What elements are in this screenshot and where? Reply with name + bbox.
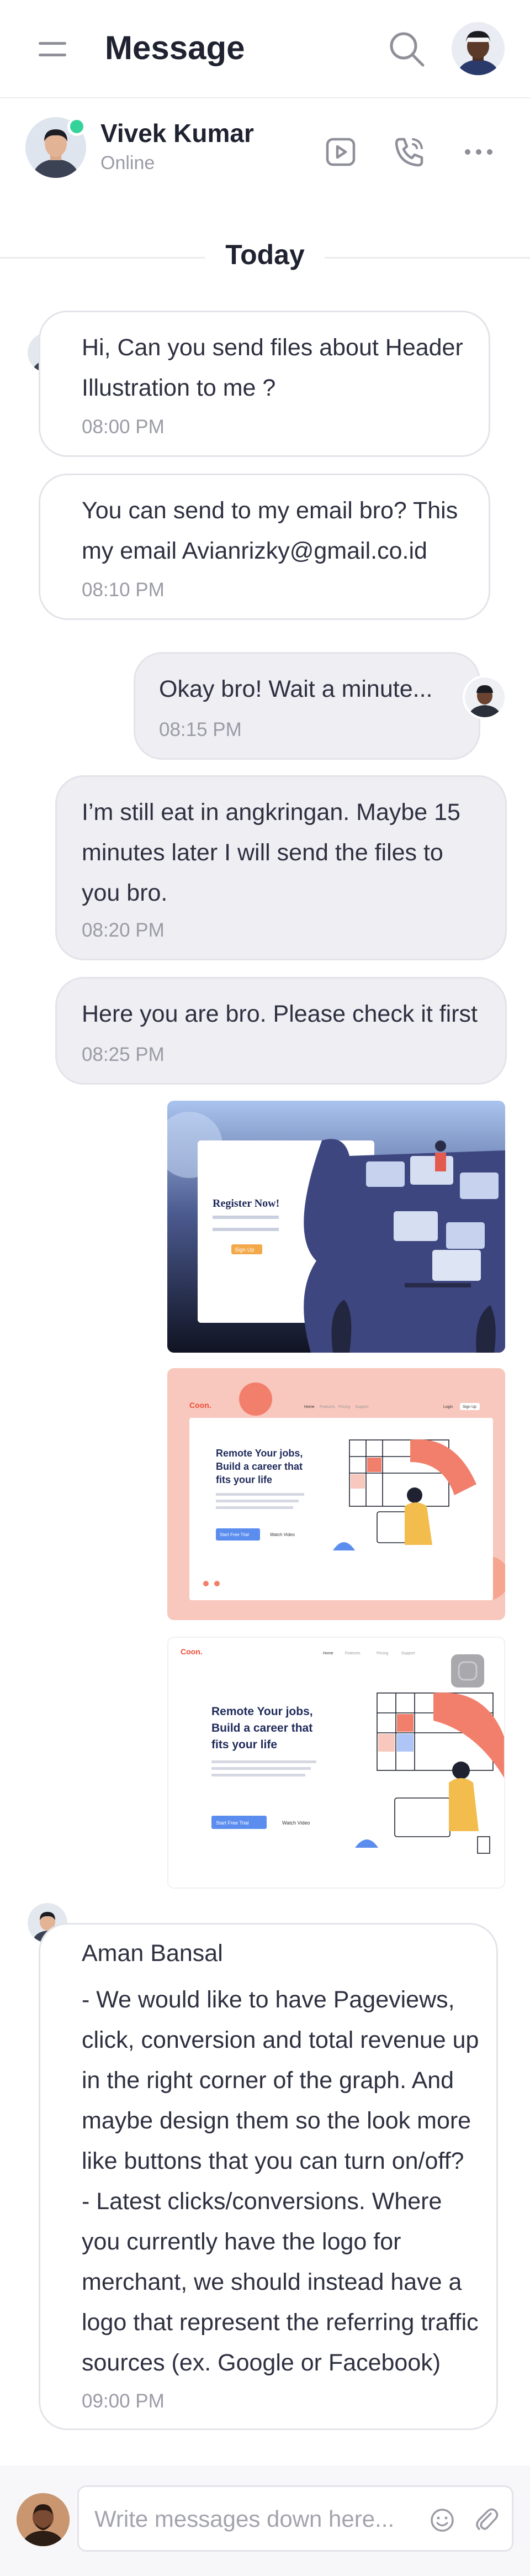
message-bubble: Here you are bro. Please check it first …	[55, 977, 507, 1085]
message-bubble: Okay bro! Wait a minute... 08:15 PM	[134, 652, 480, 760]
date-divider: Today	[0, 239, 530, 271]
paperclip-icon[interactable]	[470, 2504, 503, 2537]
svg-text:Start Free Trial: Start Free Trial	[216, 1820, 249, 1826]
svg-text:Start Free Trial: Start Free Trial	[220, 1532, 249, 1537]
message-time: 08:15 PM	[159, 719, 242, 740]
svg-text:Watch Video: Watch Video	[282, 1820, 310, 1826]
message-composer	[0, 2465, 530, 2576]
svg-text:Register Now!: Register Now!	[213, 1197, 279, 1210]
image-attachment[interactable]: Coon. Home Features Pricing Support Remo…	[167, 1637, 505, 1889]
message-text: Hi, Can you send files about Header Illus…	[82, 334, 463, 401]
svg-text:Watch Video: Watch Video	[270, 1532, 295, 1537]
composer-avatar	[17, 2493, 70, 2546]
message-bubble: I’m still eat in angkringan. Maybe 15 min…	[55, 775, 507, 960]
svg-text:Support: Support	[401, 1652, 415, 1655]
svg-text:Support: Support	[355, 1405, 369, 1409]
my-avatar	[463, 675, 507, 719]
image-attachment[interactable]: Coon. Home Features Pricing Support Logi…	[167, 1368, 505, 1620]
message-time: 08:10 PM	[82, 579, 165, 601]
message-time: 09:00 PM	[82, 2390, 165, 2412]
svg-text:Features: Features	[345, 1652, 361, 1655]
phone-call-icon[interactable]	[389, 132, 430, 172]
svg-text:Build a career that: Build a career that	[216, 1461, 303, 1472]
message-input[interactable]	[94, 2501, 420, 2537]
emoji-icon[interactable]	[426, 2504, 459, 2537]
message-time: 08:20 PM	[82, 919, 165, 941]
svg-text:Coon.: Coon.	[181, 1647, 203, 1656]
svg-text:Sign Up: Sign Up	[235, 1247, 255, 1253]
svg-text:Remote Your jobs,: Remote Your jobs,	[216, 1448, 303, 1459]
message-bubble: Hi, Can you send files about Header Illus…	[39, 311, 490, 457]
app-bar: Message	[0, 0, 530, 98]
search-icon[interactable]	[386, 29, 427, 70]
svg-text:Pricing: Pricing	[338, 1405, 351, 1409]
more-horizontal-icon[interactable]	[458, 132, 499, 172]
chat-header: Vivek Kumar Online	[0, 99, 530, 199]
contact-name: Vivek Kumar	[100, 119, 254, 148]
message-time: 08:25 PM	[82, 1044, 165, 1065]
online-status-dot	[67, 117, 86, 136]
message-time: 08:00 PM	[82, 416, 165, 438]
user-avatar[interactable]	[452, 22, 505, 75]
image-attachment[interactable]: Register Now! Sign Up	[167, 1101, 505, 1353]
svg-text:Home: Home	[304, 1405, 315, 1409]
sender-name: Aman Bansal	[82, 1940, 223, 1967]
page-title: Message	[105, 29, 245, 66]
svg-text:Features: Features	[320, 1405, 335, 1409]
svg-text:Coon.: Coon.	[189, 1401, 211, 1410]
svg-text:Home: Home	[323, 1652, 333, 1655]
svg-text:Sign Up: Sign Up	[463, 1405, 476, 1409]
composer-box	[77, 2485, 513, 2552]
svg-text:fits your life: fits your life	[216, 1474, 272, 1485]
video-call-icon[interactable]	[320, 132, 361, 172]
contact-status: Online	[100, 153, 155, 174]
message-text: - We would like to have Pageviews, click…	[82, 1986, 479, 2376]
message-text: Here you are bro. Please check it first	[82, 1001, 478, 1027]
svg-text:Build a career that: Build a career that	[211, 1722, 312, 1734]
svg-text:Login: Login	[443, 1405, 453, 1409]
svg-text:Remote Your jobs,: Remote Your jobs,	[211, 1705, 313, 1718]
message-text: I’m still eat in angkringan. Maybe 15 min…	[82, 799, 460, 906]
message-bubble: You can send to my email bro? This my ema…	[39, 474, 490, 620]
message-bubble: Aman Bansal - We would like to have Page…	[39, 1923, 498, 2430]
message-text: Okay bro! Wait a minute...	[159, 676, 433, 702]
svg-text:Pricing: Pricing	[377, 1652, 389, 1655]
message-text: You can send to my email bro? This my ema…	[82, 497, 458, 564]
hamburger-icon[interactable]	[39, 39, 66, 60]
svg-text:fits your life: fits your life	[211, 1738, 277, 1751]
